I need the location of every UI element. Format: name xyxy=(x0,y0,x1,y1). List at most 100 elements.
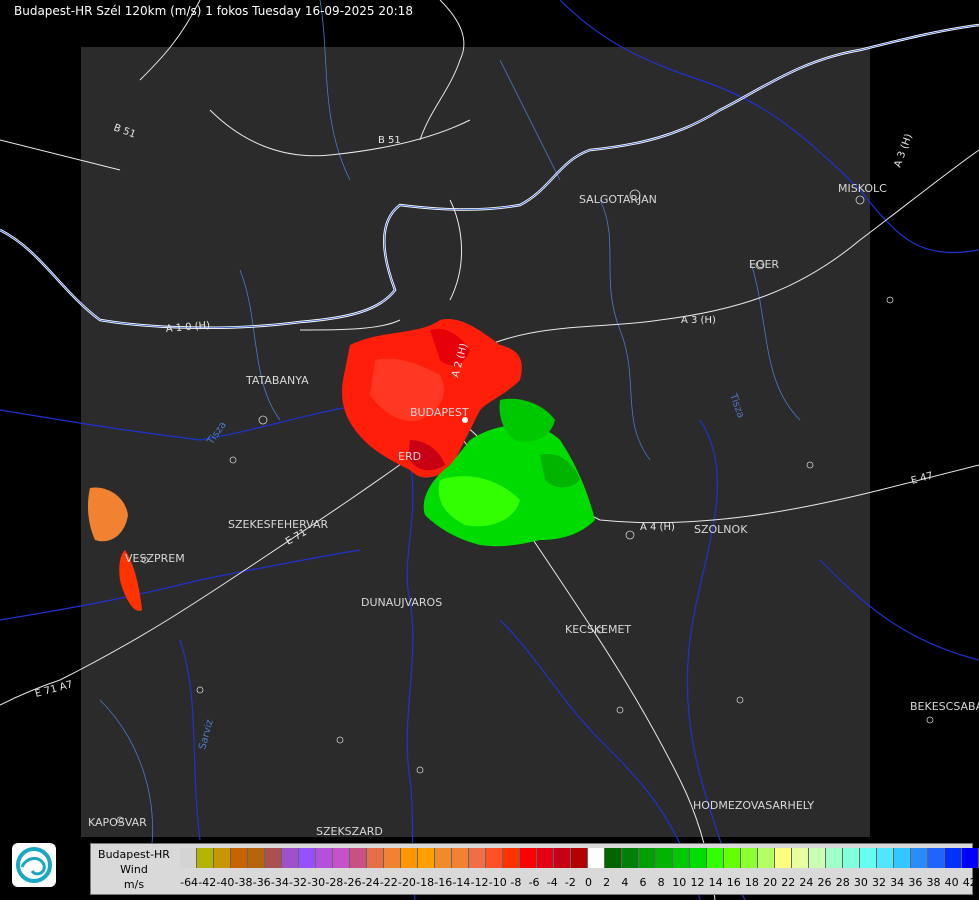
legend-swatch xyxy=(911,848,928,868)
legend-swatch xyxy=(384,848,401,868)
city-label: MISKOLC xyxy=(838,182,887,195)
legend-swatch xyxy=(622,848,639,868)
legend-tick: 42 xyxy=(962,876,977,889)
legend-swatch xyxy=(316,848,333,868)
road-label: E 47 xyxy=(910,471,934,487)
legend-swatch xyxy=(758,848,775,868)
legend-swatch xyxy=(214,848,231,868)
legend-swatch xyxy=(809,848,826,868)
map-title: Budapest-HR Szél 120km (m/s) 1 fokos Tue… xyxy=(14,4,413,18)
legend-station: Budapest-HR xyxy=(98,848,170,861)
city-label: TATABANYA xyxy=(245,374,309,387)
legend-swatch xyxy=(554,848,571,868)
legend-swatch xyxy=(673,848,690,868)
legend-tick: 14 xyxy=(708,876,723,889)
legend-swatch xyxy=(469,848,486,868)
legend-swatch xyxy=(231,848,248,868)
legend-tick: -22 xyxy=(379,876,398,889)
legend-tick: -28 xyxy=(325,876,344,889)
legend-tick: 40 xyxy=(944,876,959,889)
legend-tick: 24 xyxy=(799,876,814,889)
legend-tick: -30 xyxy=(307,876,326,889)
legend-swatch xyxy=(571,848,588,868)
legend-swatch xyxy=(690,848,707,868)
legend-swatch xyxy=(826,848,843,868)
legend-tick: 12 xyxy=(690,876,705,889)
city-label: SZEKESFEHERVAR xyxy=(228,518,329,531)
legend-swatch xyxy=(537,848,554,868)
legend-tick: 20 xyxy=(763,876,778,889)
legend-tick: -18 xyxy=(416,876,435,889)
legend-swatch xyxy=(282,848,299,868)
legend-tick: -64 xyxy=(180,876,199,889)
legend-tick: -4 xyxy=(546,876,558,889)
legend-swatch xyxy=(775,848,792,868)
city-label: KAPOSVAR xyxy=(88,816,147,829)
road-label: A 3 (H) xyxy=(892,132,914,169)
radar-map[interactable]: SALGOTARJAN MISKOLC EGER TATABANYA BUDAP… xyxy=(0,0,979,900)
legend-tick: 30 xyxy=(853,876,868,889)
legend-swatch xyxy=(639,848,656,868)
legend-swatch xyxy=(350,848,367,868)
legend-swatch xyxy=(894,848,911,868)
legend-tick: 0 xyxy=(585,876,593,889)
legend-tick: -38 xyxy=(234,876,253,889)
legend-tick: 26 xyxy=(817,876,832,889)
legend-tick: -20 xyxy=(397,876,416,889)
legend-swatch xyxy=(860,848,877,868)
legend-swatch xyxy=(180,848,197,868)
road-label: A 3 (H) xyxy=(681,315,716,326)
color-legend: Budapest-HR Wind m/s -64 -42 -40 -38 -36 -34-… xyxy=(90,843,979,895)
legend-unit: m/s xyxy=(123,878,145,891)
legend-swatch xyxy=(724,848,741,868)
legend-tick: 10 xyxy=(672,876,687,889)
legend-swatch xyxy=(435,848,452,868)
legend-tick: -40 xyxy=(216,876,235,889)
legend-tick: -12 xyxy=(470,876,489,889)
legend-swatch xyxy=(452,848,469,868)
legend-swatch xyxy=(503,848,520,868)
legend-swatch xyxy=(367,848,384,868)
legend-ticks: -64 -42 -40 -38 -36 -34 -32 -30 -28 -26 -24 -22 -20-… xyxy=(180,876,979,890)
legend-tick: 16 xyxy=(726,876,741,889)
legend-tick: 22 xyxy=(781,876,796,889)
city-label: DUNAUJVAROS xyxy=(361,596,442,609)
legend-swatch xyxy=(588,848,605,868)
legend-swatch xyxy=(877,848,894,868)
legend-swatch xyxy=(333,848,350,868)
city-label: EGER xyxy=(749,258,779,271)
legend-tick: 6 xyxy=(639,876,647,889)
legend-swatch xyxy=(197,848,214,868)
legend-swatch xyxy=(962,848,979,868)
city-label: HODMEZOVASARHELY xyxy=(693,799,814,812)
legend-tick: -42 xyxy=(198,876,217,889)
legend-tick: -26 xyxy=(343,876,362,889)
city-label: SALGOTARJAN xyxy=(579,193,657,206)
legend-tick: -16 xyxy=(434,876,453,889)
city-label: ERD xyxy=(398,450,421,463)
legend-tick: 38 xyxy=(926,876,941,889)
legend-swatch xyxy=(401,848,418,868)
city-label: SZOLNOK xyxy=(694,523,748,536)
legend-swatch xyxy=(656,848,673,868)
legend-tick: -10 xyxy=(488,876,507,889)
logo xyxy=(12,843,56,887)
legend-swatch xyxy=(418,848,435,868)
legend-product: Wind xyxy=(120,863,148,876)
legend-swatch xyxy=(605,848,622,868)
legend-swatch xyxy=(248,848,265,868)
legend-swatch xyxy=(265,848,282,868)
road-label: A 4 (H) xyxy=(640,522,675,533)
legend-tick: -8 xyxy=(510,876,522,889)
legend-tick: 34 xyxy=(890,876,905,889)
city-label: BUDAPEST xyxy=(410,406,469,419)
city-label: KECSKEMET xyxy=(565,623,631,636)
city-label: VESZPREM xyxy=(125,552,185,565)
legend-swatch xyxy=(520,848,537,868)
city-label: BEKESCSABA xyxy=(910,700,979,713)
logo-swirl-icon xyxy=(16,847,52,883)
legend-tick: 36 xyxy=(908,876,923,889)
legend-tick: 8 xyxy=(657,876,665,889)
legend-swatch xyxy=(486,848,503,868)
legend-swatches xyxy=(180,848,979,868)
